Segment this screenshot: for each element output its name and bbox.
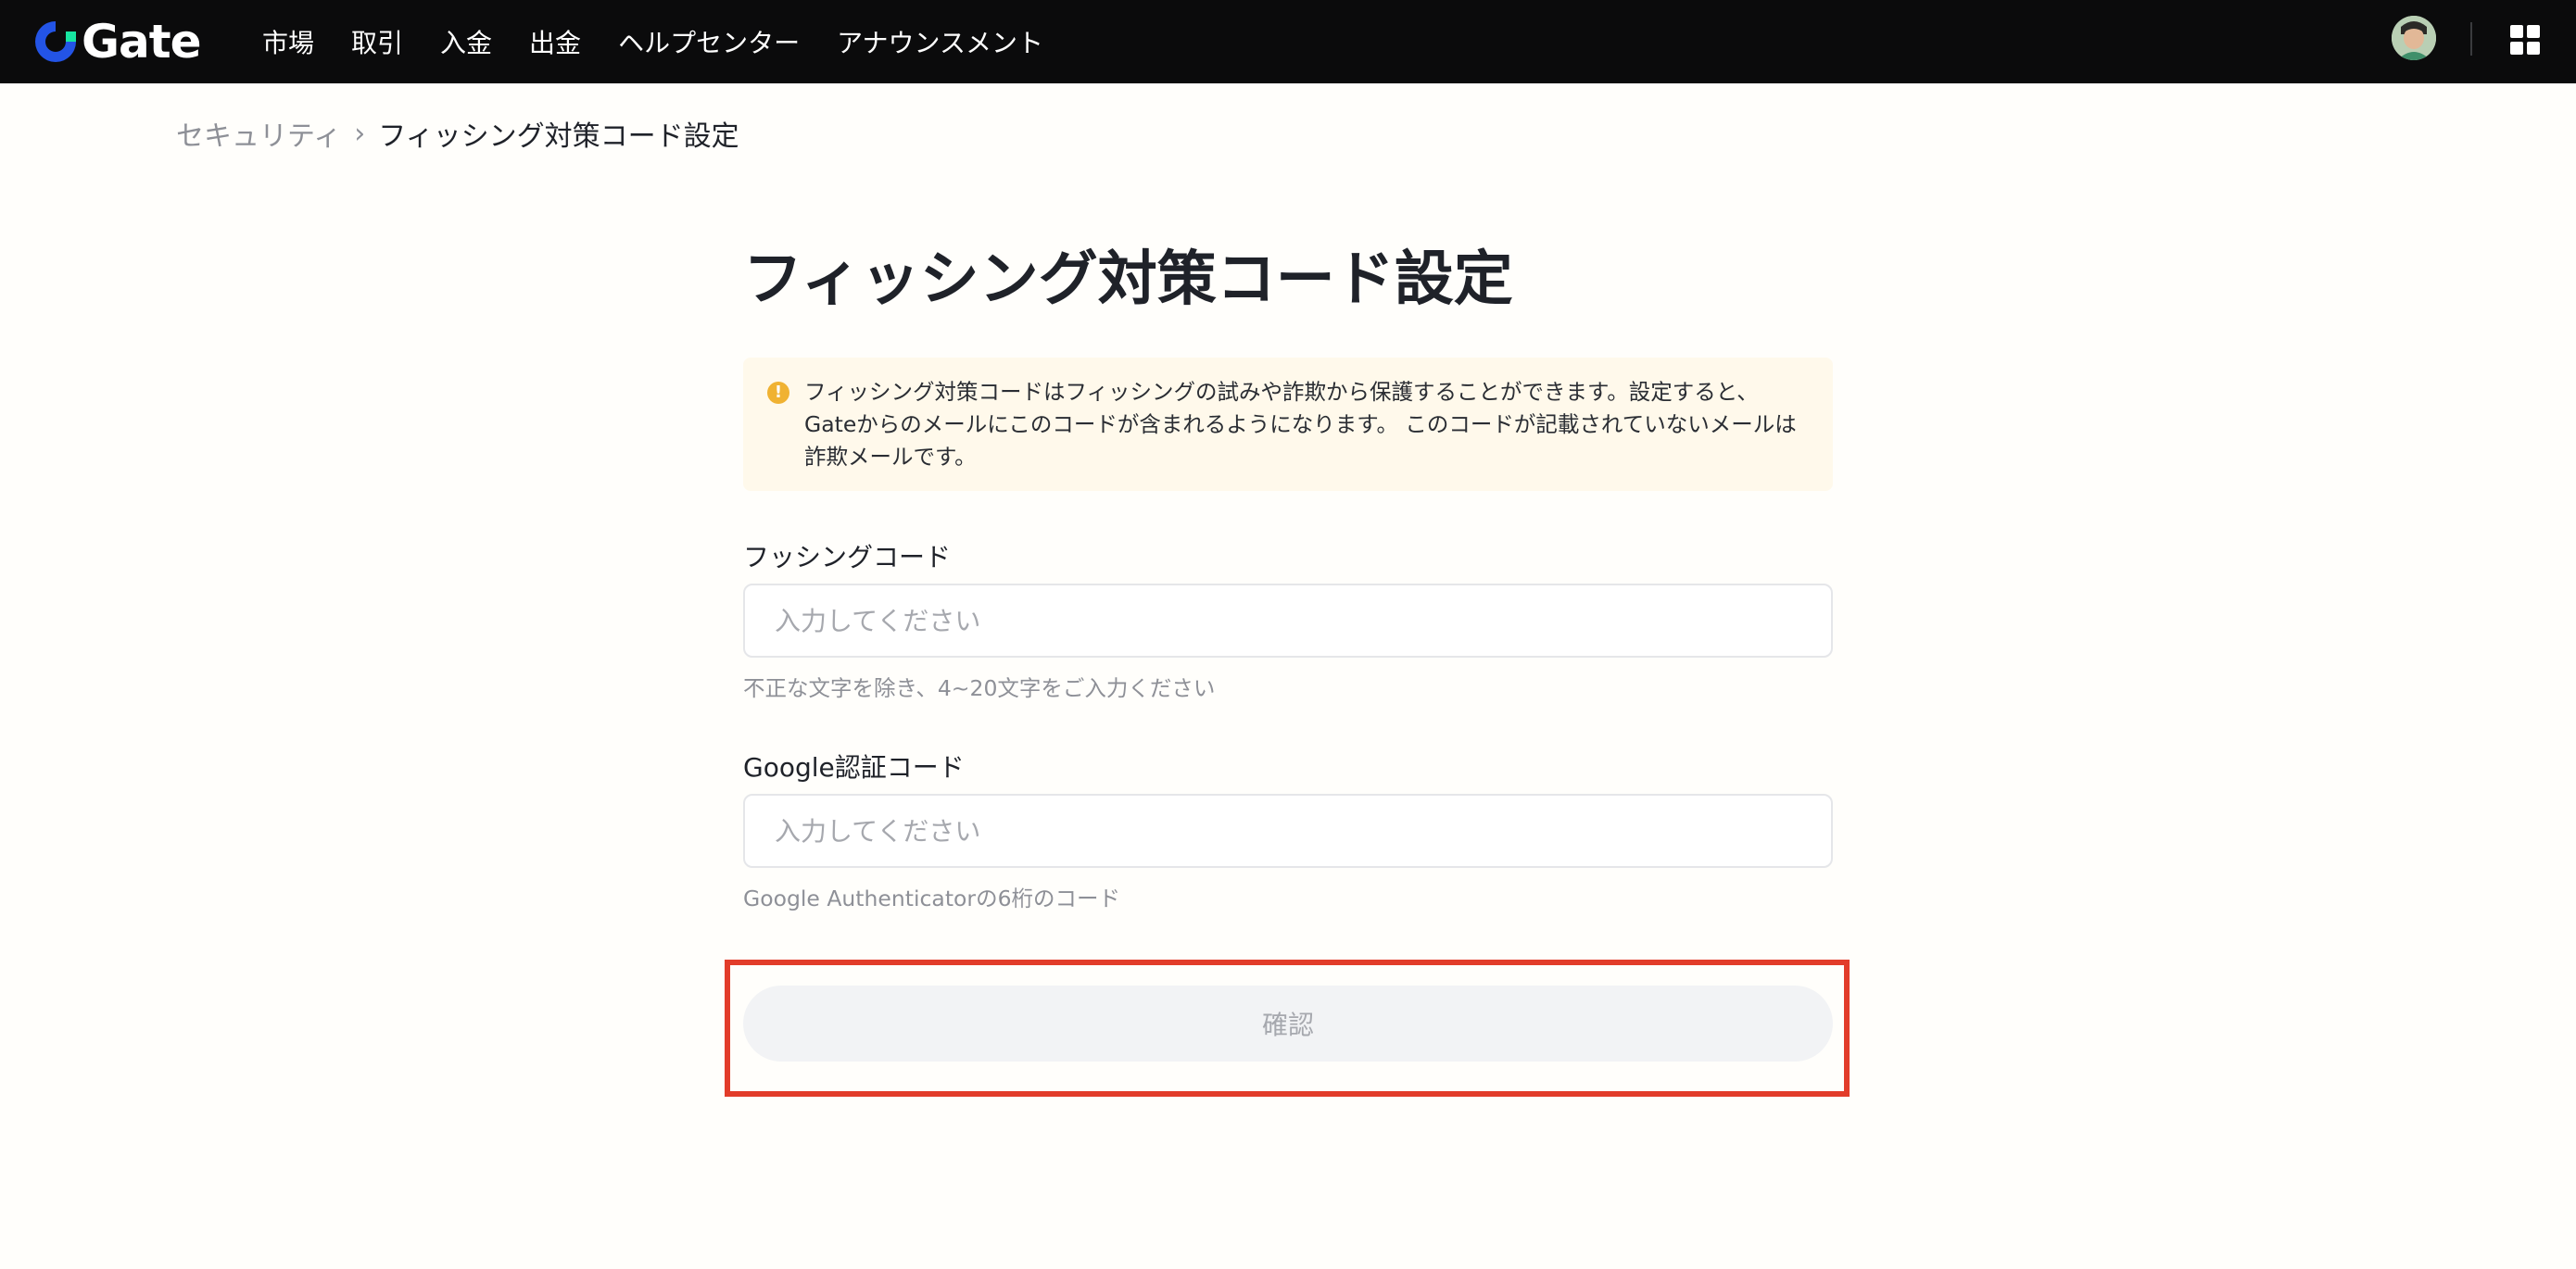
page-title: フィッシング対策コード設定 (743, 245, 1513, 314)
anti-phishing-notice: ! フィッシング対策コードはフィッシングの試みや詐欺から保護することができます。… (743, 358, 1833, 491)
avatar[interactable] (2392, 16, 2436, 60)
gate-logo[interactable]: Gate (32, 13, 202, 70)
google-auth-code-input[interactable] (743, 794, 1833, 868)
confirm-button[interactable]: 確認 (743, 986, 1833, 1062)
chevron-right-icon: › (354, 117, 366, 150)
phishing-code-hint: 不正な文字を除き、4~20文字をご入力ください (743, 675, 1216, 701)
notice-text: フィッシング対策コードはフィッシングの試みや詐欺から保護することができます。設定… (804, 379, 1797, 470)
breadcrumb-current: フィッシング対策コード設定 (378, 120, 739, 153)
main-nav: 市場 取引 入金 出金 ヘルプセンター アナウンスメント (262, 0, 1080, 83)
breadcrumb-security-link[interactable]: セキュリティ (176, 113, 341, 154)
header-divider (2470, 22, 2472, 56)
warning-icon: ! (767, 382, 789, 404)
breadcrumb: セキュリティ › フィッシング対策コード設定 (176, 113, 739, 154)
nav-item-announcements[interactable]: アナウンスメント (837, 23, 1043, 60)
phishing-code-input[interactable] (743, 584, 1833, 658)
google-code-hint: Google Authenticatorの6桁のコード (743, 886, 1121, 911)
logo-text: Gate (82, 15, 202, 69)
google-code-label: Google認証コード (743, 752, 965, 783)
user-avatar-icon (2392, 16, 2436, 60)
grid-apps-icon[interactable] (2510, 25, 2540, 55)
nav-item-withdraw[interactable]: 出金 (529, 23, 581, 60)
nav-item-help-center[interactable]: ヘルプセンター (618, 23, 800, 60)
nav-item-trade[interactable]: 取引 (351, 23, 403, 60)
top-navigation-bar: Gate 市場 取引 入金 出金 ヘルプセンター アナウンスメント (0, 0, 2576, 83)
nav-item-deposit[interactable]: 入金 (440, 23, 492, 60)
phishing-code-label: フッシングコード (743, 542, 952, 572)
nav-item-market[interactable]: 市場 (262, 23, 314, 60)
gate-logo-icon (35, 21, 76, 62)
